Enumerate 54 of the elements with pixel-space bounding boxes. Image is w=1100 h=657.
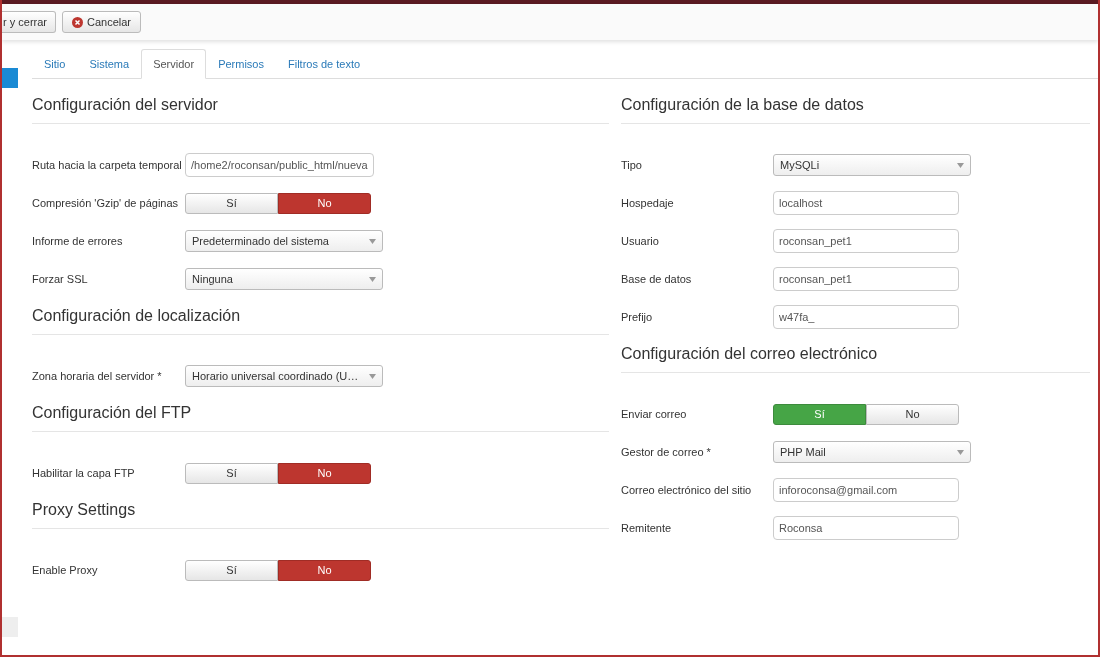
- toggle-option[interactable]: No: [278, 192, 371, 214]
- section-heading: Configuración del servidor: [32, 95, 218, 115]
- section-heading: Configuración del FTP: [32, 403, 192, 423]
- field-label: Forzar SSL: [32, 271, 89, 287]
- text-field[interactable]: /home2/roconsan/public_html/nueva: [185, 153, 374, 177]
- caret-icon: [957, 162, 964, 168]
- field-label: Habilitar la capa FTP: [32, 465, 136, 481]
- field-label: Zona horaria del servidor *: [32, 368, 163, 384]
- section-heading: Configuración de la base de datos: [621, 95, 864, 115]
- tab[interactable]: Sistema: [77, 49, 142, 79]
- toggle-option[interactable]: No: [866, 403, 959, 425]
- select-dropdown[interactable]: PHP Mail: [773, 441, 971, 463]
- section-heading: Proxy Settings: [32, 500, 136, 520]
- select-dropdown[interactable]: MySQLi: [773, 154, 971, 176]
- tab[interactable]: Permisos: [206, 49, 276, 79]
- field-label: Ruta hacia la carpeta temporal: [32, 157, 183, 173]
- select-dropdown[interactable]: Predeterminado del sistema: [185, 230, 383, 252]
- toggle-option[interactable]: Sí: [185, 462, 278, 484]
- caret-icon: [957, 449, 964, 455]
- toggle-option[interactable]: No: [278, 559, 371, 581]
- text-field[interactable]: localhost: [773, 191, 959, 215]
- field-label: Remitente: [621, 520, 673, 536]
- select-dropdown[interactable]: Horario universal coordinado (U…: [185, 365, 383, 387]
- tab[interactable]: Filtros de texto: [275, 49, 373, 79]
- field-label: Enable Proxy: [32, 562, 99, 578]
- select-dropdown[interactable]: Ninguna: [185, 268, 383, 290]
- field-label: Usuario: [621, 233, 660, 249]
- text-field[interactable]: Roconsa: [773, 516, 959, 540]
- caret-icon: [369, 238, 376, 244]
- text-field[interactable]: roconsan_pet1: [773, 267, 959, 291]
- tab[interactable]: Servidor: [141, 49, 207, 79]
- field-label: Correo electrónico del sitio: [621, 482, 753, 498]
- toggle-option[interactable]: No: [278, 462, 371, 484]
- section-heading: Configuración del correo electrónico: [621, 344, 878, 364]
- caret-icon: [369, 276, 376, 282]
- close-icon: [72, 16, 83, 28]
- toolbar-button[interactable]: Cancelar: [62, 11, 142, 33]
- field-label: Enviar correo: [621, 406, 688, 422]
- field-label: Informe de errores: [32, 233, 124, 249]
- field-label: Prefijo: [621, 309, 654, 325]
- field-label: Tipo: [621, 157, 643, 173]
- field-label: Gestor de correo *: [621, 444, 712, 460]
- text-field[interactable]: inforoconsa@gmail.com: [773, 478, 959, 502]
- toggle-option[interactable]: Sí: [185, 559, 278, 581]
- caret-icon: [369, 373, 376, 379]
- text-field[interactable]: w47fa_: [773, 305, 959, 329]
- field-label: Base de datos: [621, 271, 693, 287]
- text-field[interactable]: roconsan_pet1: [773, 229, 959, 253]
- toolbar-button[interactable]: r y cerrar: [2, 11, 56, 33]
- section-heading: Configuración de localización: [32, 306, 241, 326]
- field-label: Compresión 'Gzip' de páginas: [32, 195, 180, 211]
- tab[interactable]: Sitio: [32, 49, 78, 79]
- toggle-option[interactable]: Sí: [185, 192, 278, 214]
- field-label: Hospedaje: [621, 195, 675, 211]
